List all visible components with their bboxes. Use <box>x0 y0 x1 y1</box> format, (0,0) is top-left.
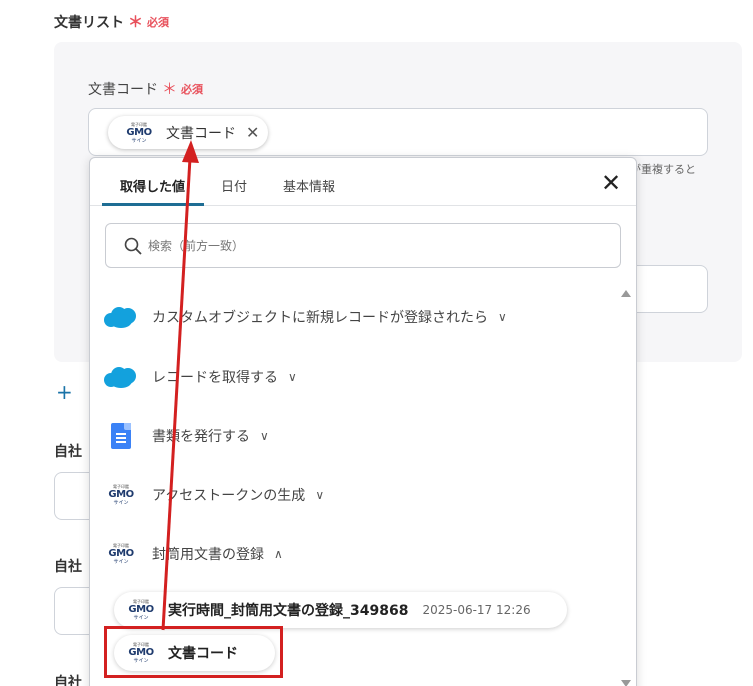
annotation-arrow <box>161 140 199 631</box>
